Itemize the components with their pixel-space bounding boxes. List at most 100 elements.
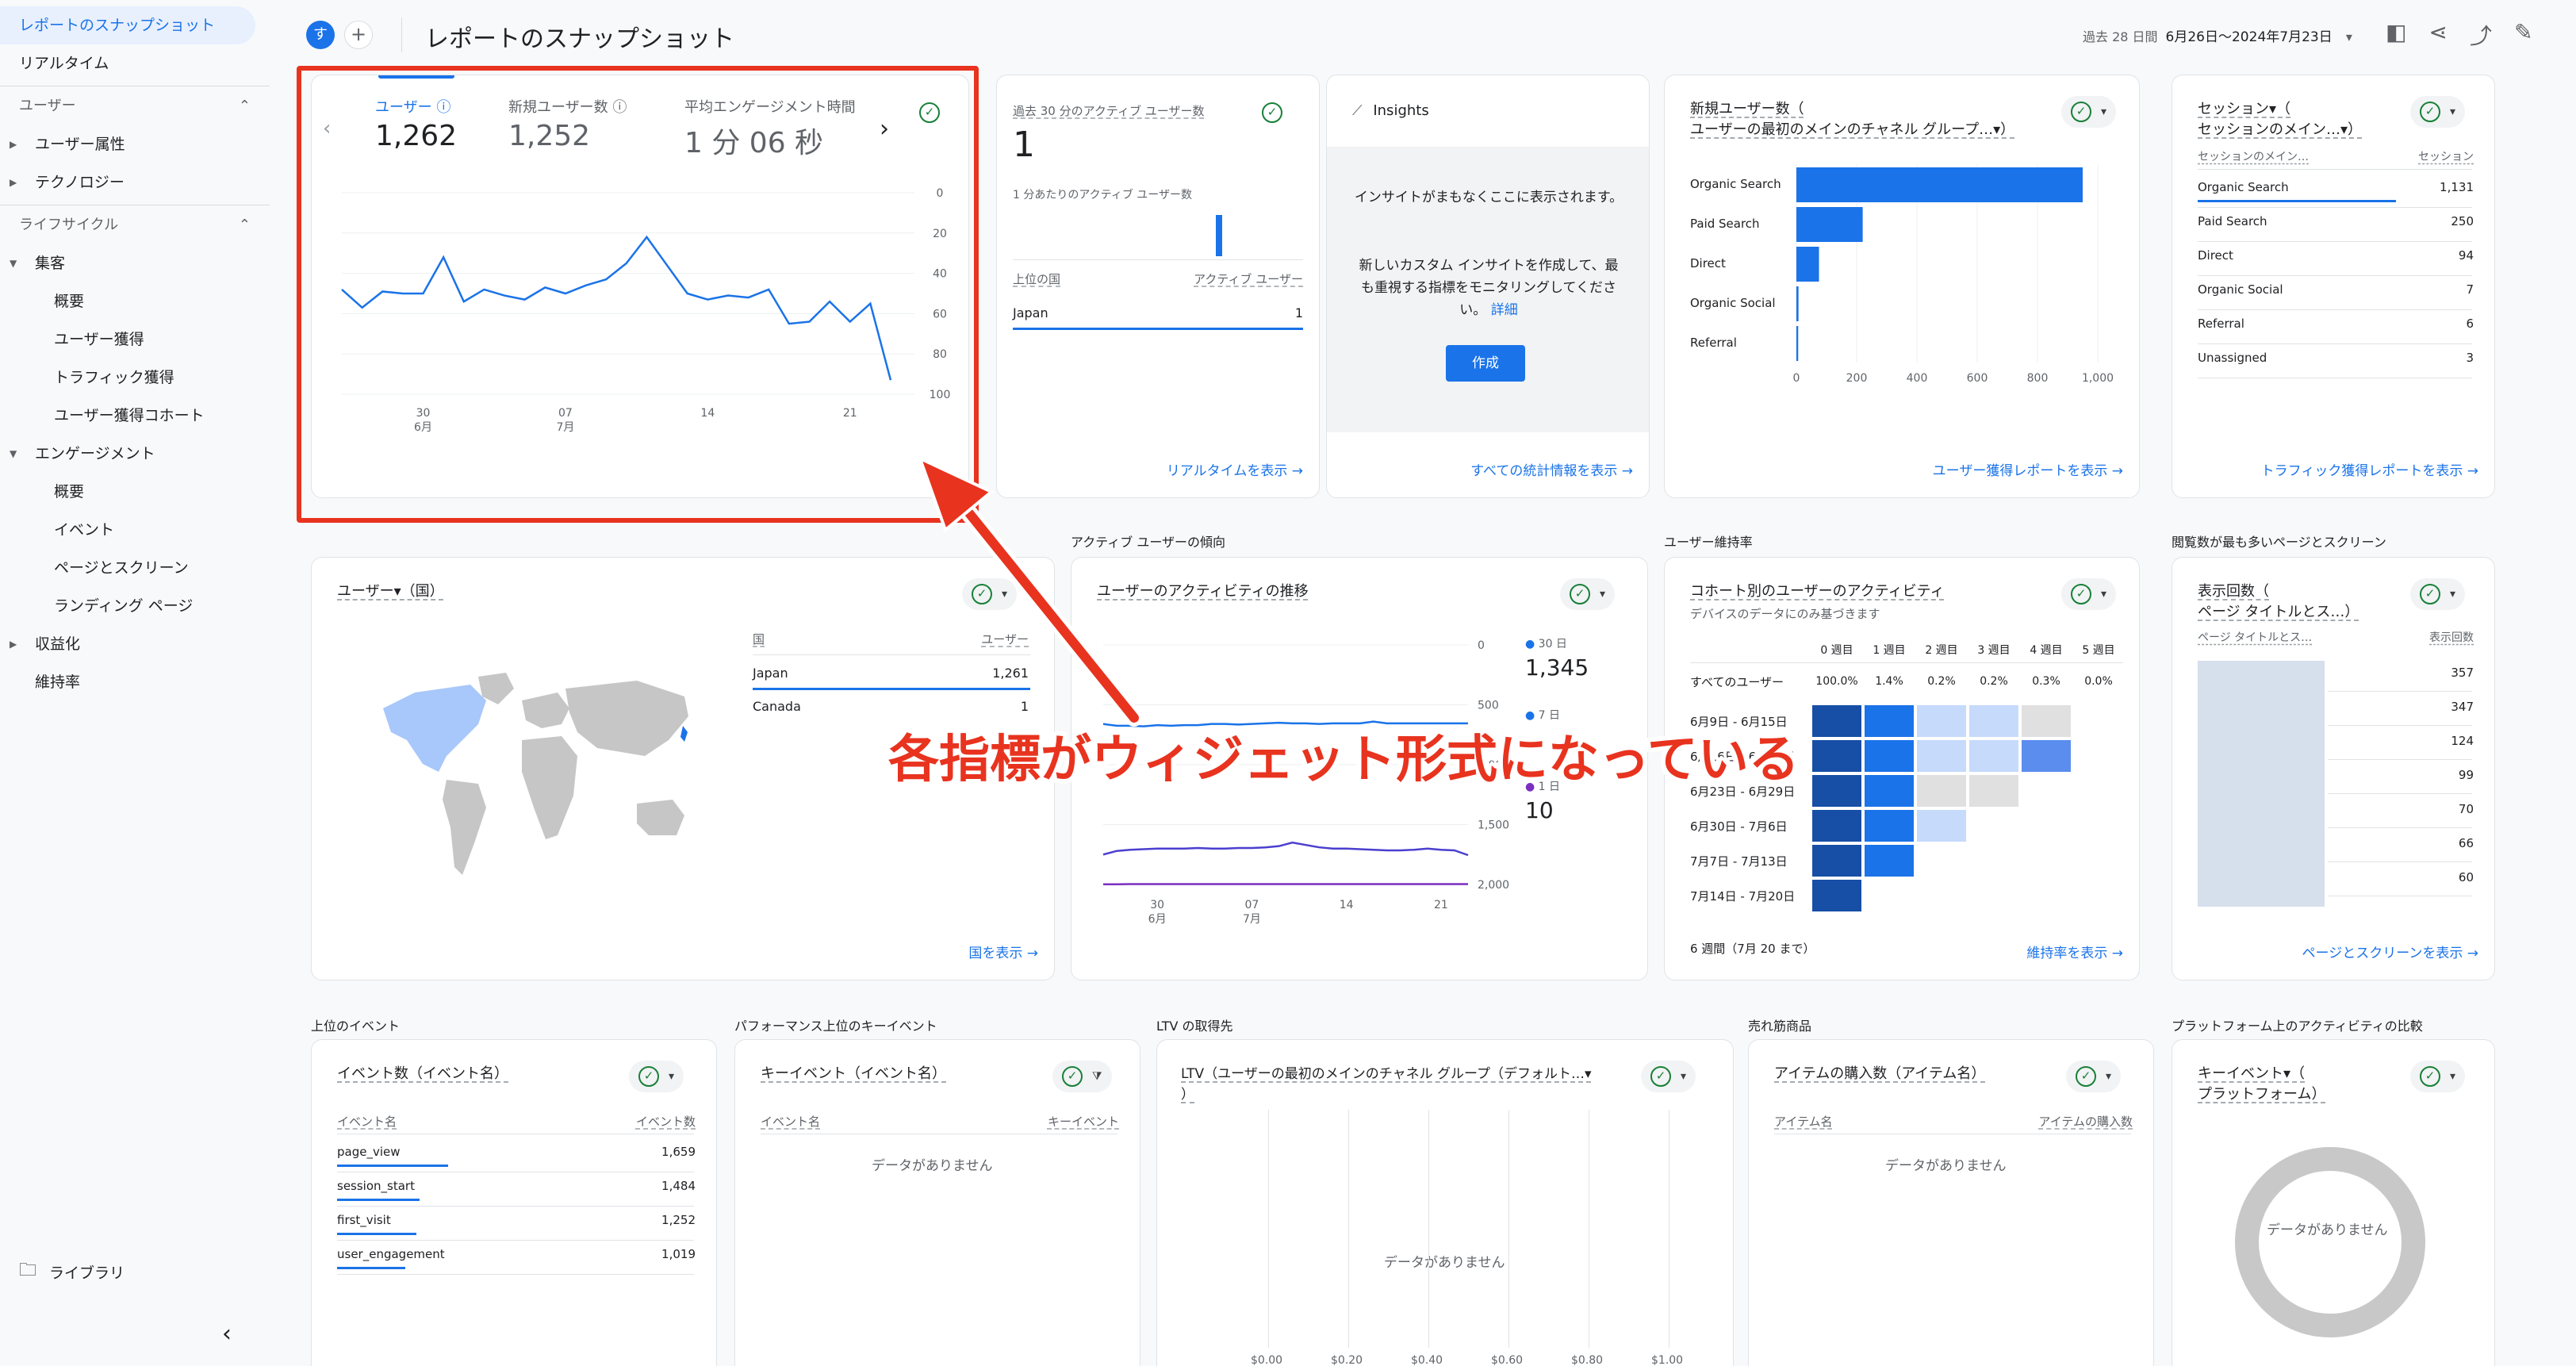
sessions-title[interactable]: セッション▾（ セッションのメイン…▾） [2198, 99, 2362, 140]
nav-section-user[interactable]: ユーザー ⌃ [0, 86, 270, 125]
events-title[interactable]: イベント数（イベント名） [337, 1064, 508, 1084]
row-divider [337, 1206, 694, 1207]
nav-monetization[interactable]: ▶ 収益化 [0, 625, 270, 663]
legend-30d: ● 30 日 1,345 [1525, 635, 1589, 681]
ltv-x-tick: $0.60 [1491, 1354, 1524, 1366]
nav-user-acquisition[interactable]: ユーザー獲得 [0, 320, 270, 359]
legend-30d-value: 1,345 [1525, 654, 1589, 681]
card-options[interactable]: ✓ ▾ [2061, 578, 2117, 610]
date-range-label: 過去 28 日間 [2083, 29, 2158, 44]
divider [2198, 169, 2472, 170]
realtime-value: 1 [1013, 125, 1035, 165]
bar-category-label: Organic Social [1690, 296, 1776, 310]
nav-acquisition[interactable]: ▼ 集客 [0, 244, 270, 282]
bar [1796, 247, 1819, 282]
nav-technology[interactable]: ▶ テクノロジー [0, 163, 270, 201]
events-row-label: page_view [337, 1145, 401, 1159]
nav-library[interactable]: 🗀 ライブラリ [19, 1257, 125, 1287]
nav-technology-label: テクノロジー [35, 174, 125, 191]
sessions-row-label: Organic Social [2198, 282, 2283, 297]
cohort-cell [1969, 740, 2018, 772]
nav-events[interactable]: イベント [0, 511, 270, 549]
nav-pages-screens[interactable]: ページとスクリーン [0, 549, 270, 587]
share-icon[interactable]: ⋖ [2428, 19, 2447, 51]
cohort-all-users-value: 100.0% [1815, 675, 1858, 688]
bar-category-label: Paid Search [1690, 217, 1760, 231]
events-col-name: イベント名 [337, 1115, 397, 1129]
card-options[interactable]: ✓ ▾ [2410, 578, 2466, 610]
card-options[interactable]: ✓ ▾ [629, 1061, 684, 1092]
insights-detail-link[interactable]: 詳細 [1491, 302, 1518, 318]
ltv-title-1: LTV（ユーザーの最初のメインのチャネル グループ（デフォルト…▾ [1181, 1066, 1592, 1082]
ltv-gridline [1348, 1110, 1349, 1348]
nav-acq-overview[interactable]: 概要 [0, 282, 270, 320]
new-users-bar-chart: 0 200 400 600 800 1,000 Organic Search Paid Sea… [1690, 164, 2114, 385]
nav-engagement[interactable]: ▼ エンゲージメント [0, 435, 270, 473]
nav-landing-page[interactable]: ランディング ページ [0, 587, 270, 625]
nav-traffic-acquisition[interactable]: トラフィック獲得 [0, 359, 270, 397]
key-events-title[interactable]: キーイベント（イベント名） [761, 1064, 946, 1084]
card-options[interactable]: ✓ ▾ [2410, 96, 2466, 128]
nav-user-acq-cohort[interactable]: ユーザー獲得コホート [0, 397, 270, 435]
card-options[interactable]: ✓ ▾ [1641, 1061, 1696, 1092]
edit-pencil-icon[interactable]: ✎ [2514, 19, 2532, 51]
insights-icon[interactable]: ⤴ [2470, 19, 2492, 51]
arrow-right-icon: → [2467, 946, 2478, 961]
retention-link[interactable]: 維持率を表示 → [2026, 942, 2123, 961]
nav-realtime[interactable]: リアルタイム [0, 44, 270, 82]
traffic-acquisition-link[interactable]: トラフィック獲得レポートを表示 → [2261, 459, 2478, 479]
row-divider [2328, 691, 2472, 692]
nav-engagement-label: エンゲージメント [35, 445, 155, 462]
card-options[interactable]: ✓ ▾ [962, 578, 1018, 610]
compare-icon[interactable]: ◧ [2386, 19, 2406, 51]
pages-link[interactable]: ページとスクリーンを表示 → [2302, 942, 2478, 961]
nav-section-lifecycle[interactable]: ライフサイクル ⌃ [0, 205, 270, 244]
realtime-per-minute-label: 1 分あたりのアクティブ ユーザー数 [1013, 189, 1192, 201]
card-options[interactable]: ✓ ▾ [2410, 1061, 2466, 1092]
sessions-row-value: 250 [2451, 214, 2474, 228]
cohort-cell [1812, 775, 1861, 807]
traffic-acquisition-link-label: トラフィック獲得レポートを表示 [2260, 463, 2463, 479]
pages-title[interactable]: 表示回数（ ページ タイトルとス…） [2198, 581, 2359, 623]
collapse-sidebar-button[interactable]: ‹ [222, 1320, 232, 1348]
pages-row-value: 347 [2451, 700, 2474, 714]
sessions-row-label: Direct [2198, 248, 2233, 263]
add-comparison-button[interactable]: + [344, 21, 373, 49]
section-top-items: 売れ筋商品 [1748, 1019, 1812, 1034]
country-title[interactable]: ユーザー▾（国） [337, 581, 444, 602]
cohort-cell [1812, 705, 1861, 737]
insights-link[interactable]: すべての統計情報を表示 → [1470, 459, 1633, 479]
insights-message-2: 新しいカスタム インサイトを作成して、最も重視する指標をモニタリングしてください… [1359, 258, 1619, 318]
map-south-america [443, 780, 486, 875]
cohort-week-label: 3 週目 [1977, 644, 2011, 657]
check-icon[interactable]: ✓ [1262, 102, 1282, 123]
items-title[interactable]: アイテムの購入数（アイテム名） [1774, 1064, 1985, 1084]
triangle-right-icon: ▶ [10, 139, 17, 150]
insights-link-label: すべての統計情報を表示 [1470, 463, 1618, 479]
x-tick-day: 30 [1150, 899, 1164, 911]
card-options[interactable]: ✓ ⧩ [1052, 1061, 1112, 1092]
insights-create-button[interactable]: 作成 [1446, 345, 1525, 382]
row-divider [2198, 309, 2472, 310]
y-tick-label: 500 [1478, 700, 1499, 712]
bar [1796, 286, 1799, 321]
card-options[interactable]: ✓ ▾ [2066, 1061, 2122, 1092]
ltv-x-tick: $0.40 [1411, 1354, 1443, 1366]
avatar[interactable]: す [306, 21, 335, 49]
user-acquisition-link[interactable]: ユーザー獲得レポートを表示 → [1933, 459, 2123, 479]
nav-eng-overview[interactable]: 概要 [0, 473, 270, 511]
nav-demographics[interactable]: ▶ ユーザー属性 [0, 125, 270, 163]
nav-retention[interactable]: 維持率 [0, 663, 270, 701]
map-asia [565, 681, 688, 756]
platform-title[interactable]: キーイベント▾（ プラットフォーム） [2198, 1064, 2325, 1105]
cohort-title[interactable]: コホート別のユーザーのアクティビティ [1690, 581, 1945, 602]
ltv-title[interactable]: LTV（ユーザーの最初のメインのチャネル グループ（デフォルト…▾ ） [1181, 1064, 1592, 1105]
country-row-1-bar [753, 688, 1030, 690]
nav-report-snapshot[interactable]: レポートのスナップショット [0, 6, 255, 44]
row-divider [2328, 759, 2472, 760]
country-link[interactable]: 国を表示 → [968, 942, 1038, 961]
realtime-link[interactable]: リアルタイムを表示 → [1167, 459, 1303, 479]
date-range-picker[interactable]: 過去 28 日間 6月26日～2024年7月23日 ▾ [2083, 25, 2352, 45]
sessions-col-sessions: セッション [2418, 151, 2474, 163]
nav-monetization-label: 収益化 [35, 635, 81, 653]
